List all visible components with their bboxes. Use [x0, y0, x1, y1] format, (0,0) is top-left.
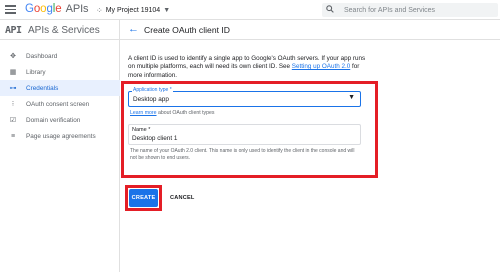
back-arrow-icon[interactable]: ← [128, 23, 139, 35]
top-bar: Google APIs ⁘ My Project 19104 ▼ Search … [0, 0, 500, 20]
search-bar[interactable]: Search for APIs and Services [322, 3, 498, 17]
sidebar-item-label: OAuth consent screen [26, 100, 90, 108]
setup-oauth-link[interactable]: Setting up OAuth 2.0 [292, 63, 350, 70]
sidebar-item-dashboard[interactable]: ✥ Dashboard [0, 48, 120, 64]
settings-icon: ≡ [10, 132, 16, 140]
create-button[interactable]: CREATE [129, 189, 158, 207]
sidebar-item-label: Library [26, 68, 46, 76]
sidebar-item-domain-verification[interactable]: ☑ Domain verification [0, 112, 120, 128]
sidebar-item-credentials[interactable]: ⊶ Credentials [0, 80, 120, 96]
sidebar-item-label: Credentials [26, 84, 59, 92]
project-selector[interactable]: ⁘ My Project 19104 ▼ [96, 3, 170, 17]
domain-verification-icon: ☑ [9, 117, 17, 124]
learn-more-text: Learn more about OAuth client types [130, 110, 215, 116]
name-hint: The name of your OAuth 2.0 client. This … [130, 148, 355, 161]
cancel-button[interactable]: CANCEL [170, 189, 195, 207]
sidebar-item-page-usage-agreements[interactable]: ≡ Page usage agreements [0, 128, 120, 144]
sidebar-item-label: Page usage agreements [26, 132, 96, 140]
application-type-value: Desktop app [133, 96, 169, 103]
application-type-label: Application type * [132, 87, 173, 93]
hamburger-menu-icon[interactable] [5, 5, 16, 14]
sidebar-item-library[interactable]: ▦ Library [0, 64, 120, 80]
dashboard-icon: ✥ [10, 53, 16, 60]
api-logo: API [5, 25, 22, 36]
name-label: Name * [132, 127, 151, 133]
name-field[interactable]: Name * Desktop client 1 [128, 124, 361, 145]
project-dots-icon: ⁘ [96, 5, 103, 15]
chevron-down-icon: ▼ [163, 6, 171, 14]
application-type-select[interactable]: Application type * Desktop app ▼ [128, 87, 361, 107]
learn-more-link[interactable]: Learn more [130, 110, 157, 116]
page-title: Create OAuth client ID [144, 25, 230, 35]
page-header: ← Create OAuth client ID [120, 20, 500, 40]
sidebar-item-label: Domain verification [26, 116, 81, 124]
consent-icon: ⁝ [11, 101, 15, 108]
google-apis-logo[interactable]: Google APIs [25, 3, 89, 15]
sidebar-item-oauth-consent-screen[interactable]: ⁝ OAuth consent screen [0, 96, 120, 112]
project-name: My Project 19104 [105, 6, 161, 14]
name-input-value: Desktop client 1 [132, 135, 178, 142]
key-icon: ⊶ [9, 85, 17, 92]
dropdown-arrow-icon: ▼ [348, 94, 355, 101]
description-text: A client ID is used to identify a single… [128, 55, 366, 79]
sidebar: API APIs & Services ✥ Dashboard ▦ Librar… [0, 20, 120, 272]
search-placeholder: Search for APIs and Services [344, 6, 436, 14]
sidebar-item-label: Dashboard [26, 52, 58, 60]
sidebar-nav: ✥ Dashboard ▦ Library ⊶ Credentials ⁝ OA… [0, 48, 120, 144]
library-icon: ▦ [9, 69, 17, 76]
sidebar-header: API APIs & Services [0, 20, 120, 40]
search-icon [322, 5, 338, 15]
sidebar-title: APIs & Services [28, 25, 100, 36]
